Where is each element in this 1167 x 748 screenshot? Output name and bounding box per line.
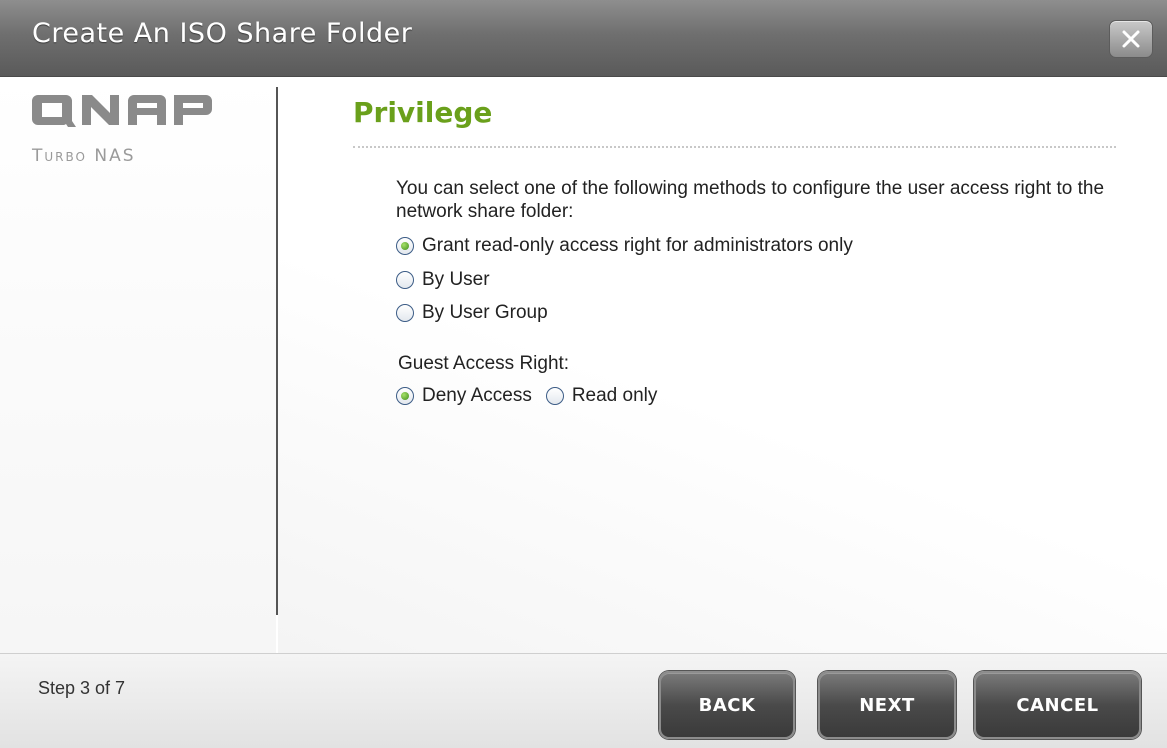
step-indicator: Step 3 of 7: [38, 678, 126, 698]
radio-label: Deny Access: [422, 385, 532, 406]
radio-button[interactable]: [396, 271, 414, 289]
radio-label: By User Group: [422, 302, 548, 323]
radio-option-by-user-group[interactable]: By User Group: [396, 301, 548, 325]
dialog-title: Create An ISO Share Folder: [32, 18, 413, 49]
radio-label: Read only: [571, 385, 658, 406]
page-title: Privilege: [353, 96, 493, 129]
radio-option-admin-readonly[interactable]: Grant read-only access right for adminis…: [396, 234, 853, 258]
radio-label: By User: [422, 269, 490, 290]
close-icon: [1122, 30, 1140, 48]
next-button[interactable]: NEXT: [818, 671, 956, 739]
back-button[interactable]: BACK: [659, 671, 795, 739]
qnap-logo: [30, 93, 216, 139]
radio-button-checked[interactable]: [396, 387, 414, 405]
radio-button[interactable]: [396, 304, 414, 322]
radio-option-by-user[interactable]: By User: [396, 268, 490, 292]
instructions-text: You can select one of the following meth…: [396, 178, 1105, 222]
title-divider: [353, 146, 1116, 148]
cancel-button[interactable]: CANCEL: [974, 671, 1141, 739]
radio-button-checked[interactable]: [396, 237, 414, 255]
close-button[interactable]: [1109, 20, 1153, 58]
guest-access-label: Guest Access Right:: [398, 353, 570, 374]
radio-option-deny-access[interactable]: Deny Access: [396, 385, 532, 407]
radio-button[interactable]: [545, 387, 564, 405]
dialog-titlebar: Create An ISO Share Folder: [0, 0, 1167, 77]
guest-access-options: Deny Access Read only: [396, 384, 671, 408]
logo-subtitle: Turbo NAS: [32, 146, 136, 166]
radio-label: Grant read-only access right for adminis…: [422, 235, 853, 256]
radio-option-read-only[interactable]: Read only: [545, 385, 658, 407]
